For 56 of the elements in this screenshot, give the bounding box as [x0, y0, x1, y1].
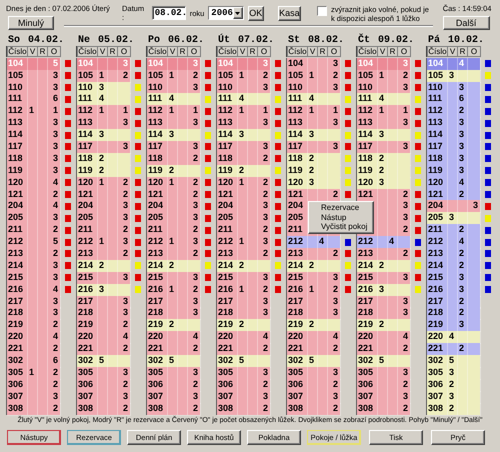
column-header: O: [188, 46, 201, 57]
column-header: R: [458, 46, 468, 57]
column-header: O: [48, 46, 61, 57]
day-date: 10.02.: [448, 34, 484, 46]
column-header: V: [28, 46, 38, 57]
column-header: V: [98, 46, 108, 57]
day-date: 08.02.: [308, 34, 344, 46]
table-cell: 2: [188, 402, 201, 416]
column-header: R: [318, 46, 328, 57]
table-cell: 2: [48, 402, 61, 416]
day-name: Čt: [358, 34, 370, 46]
day-date: 09.02.: [378, 34, 414, 46]
day-name: So: [8, 34, 20, 46]
column-header: V: [378, 46, 388, 57]
table-cell: 308: [427, 402, 448, 416]
column-header: V: [238, 46, 248, 57]
column-header: R: [108, 46, 118, 57]
table-cell: 308: [357, 402, 378, 416]
column-header: Číslo: [287, 46, 308, 57]
table-cell: 308: [217, 402, 238, 416]
column-header: R: [248, 46, 258, 57]
column-header: V: [448, 46, 458, 57]
day-date: 07.02.: [238, 34, 274, 46]
table-cell: 308: [77, 402, 98, 416]
column-header: O: [328, 46, 341, 57]
column-header: Číslo: [357, 46, 378, 57]
table-cell: 2: [448, 402, 458, 416]
column-header: Číslo: [217, 46, 238, 57]
column-header: Číslo: [427, 46, 448, 57]
day-name: Út: [218, 34, 230, 46]
column-header: O: [398, 46, 411, 57]
table-cell: 308: [7, 402, 28, 416]
column-header: O: [118, 46, 131, 57]
day-date: 04.02.: [28, 34, 64, 46]
column-header: R: [178, 46, 188, 57]
table-cell: 2: [328, 402, 341, 416]
table-cell: 2: [118, 402, 131, 416]
column-header: O: [468, 46, 481, 57]
column-header: R: [388, 46, 398, 57]
day-date: 05.02.: [98, 34, 134, 46]
column-header: Číslo: [77, 46, 98, 57]
day-name: Pá: [428, 34, 440, 46]
column-header: Číslo: [7, 46, 28, 57]
column-header: R: [38, 46, 48, 57]
day-name: Ne: [78, 34, 90, 46]
table-cell: 308: [287, 402, 308, 416]
column-header: O: [258, 46, 271, 57]
day-name: Po: [148, 34, 160, 46]
column-header: Číslo: [147, 46, 168, 57]
table-cell: 2: [398, 402, 411, 416]
day-date: 06.02.: [168, 34, 204, 46]
day-name: St: [288, 34, 300, 46]
column-header: V: [168, 46, 178, 57]
table-cell: 308: [147, 402, 168, 416]
table-cell: 2: [258, 402, 271, 416]
column-header: V: [308, 46, 318, 57]
